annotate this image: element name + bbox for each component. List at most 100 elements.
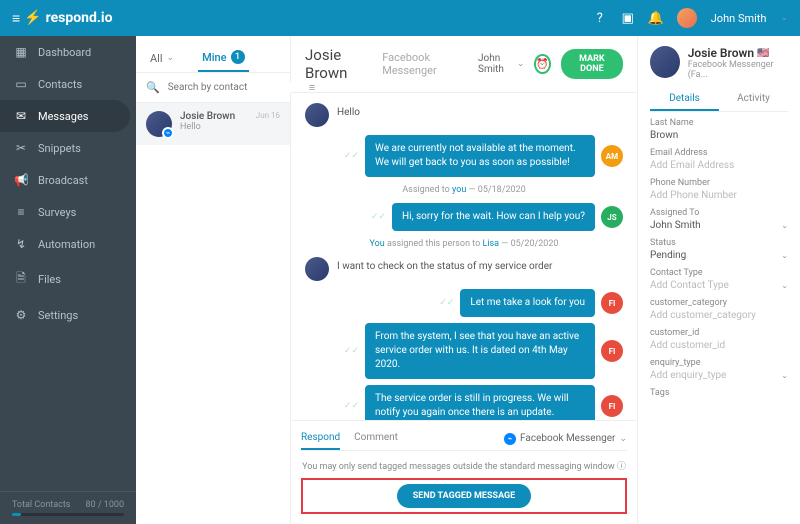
tab-details[interactable]: Details [650, 88, 719, 111]
field-label: enquiry_type [650, 358, 788, 368]
message-preview: Hello [180, 122, 248, 132]
nav-icon: ✂ [14, 141, 28, 155]
field-label: Tags [650, 388, 788, 398]
nav-icon: ≡ [14, 205, 28, 219]
field-label: customer_id [650, 328, 788, 338]
field-value: Brown [650, 130, 788, 141]
chat-title: Josie Brown [305, 46, 372, 82]
tab-all[interactable]: All⌄ [146, 44, 178, 72]
search-icon[interactable]: 🔍 [146, 81, 160, 94]
compose-warning: You may only send tagged messages outsid… [301, 459, 627, 472]
usage-bar [12, 513, 124, 516]
contact-avatar [650, 46, 680, 78]
delivered-icon: ✓✓ [371, 212, 386, 222]
brand-logo[interactable]: ⚡respond.io [12, 10, 113, 27]
nav-label: Settings [38, 309, 78, 322]
nav-label: Surveys [38, 206, 76, 219]
field-contact-type[interactable]: Contact TypeAdd Contact Type⌄ [650, 268, 788, 291]
chevron-down-icon[interactable]: ⌄ [781, 221, 788, 230]
field-customer_id[interactable]: customer_idAdd customer_id [650, 328, 788, 351]
nav-icon: 🗎 [14, 269, 28, 290]
nav-label: Snippets [38, 142, 81, 155]
outgoing-message: The service order is still in progress. … [365, 385, 595, 420]
nav-dashboard[interactable]: ▦Dashboard [0, 36, 136, 68]
tab-activity[interactable]: Activity [719, 88, 788, 111]
user-avatar[interactable] [677, 8, 697, 28]
chevron-down-icon[interactable]: ⌄ [781, 281, 788, 290]
tab-respond[interactable]: Respond [301, 427, 340, 450]
field-status[interactable]: Status Pending⌄ [650, 238, 788, 261]
sidebar-footer: Total Contacts 80 / 1000 [0, 491, 136, 524]
nav-messages[interactable]: ✉ Messages [0, 100, 130, 132]
field-customer_category[interactable]: customer_categoryAdd customer_category [650, 298, 788, 321]
nav-icon: ▦ [14, 45, 28, 59]
agent-avatar: FI [601, 395, 623, 417]
snooze-icon[interactable]: ⏰ [534, 54, 550, 74]
field-label: Email Address [650, 148, 788, 158]
contact-avatar [305, 103, 329, 127]
field-label: Last Name [650, 118, 788, 128]
nav-broadcast[interactable]: 📢 Broadcast [0, 164, 136, 196]
nav-surveys[interactable]: ≡ Surveys [0, 196, 136, 228]
field-tags[interactable]: Tags [650, 388, 788, 400]
field-value: Add Contact Type⌄ [650, 280, 788, 291]
tab-comment[interactable]: Comment [354, 427, 398, 450]
nav-label: Broadcast [38, 174, 88, 187]
nav-contacts[interactable]: ▭Contacts [0, 68, 136, 100]
top-header: ⚡respond.io ? ▣ 🔔 John Smith ⌄ [0, 0, 800, 36]
chat-body: Hello ✓✓ We are currently not available a… [291, 93, 637, 420]
conversation-list: All⌄ Mine1 🔍 ≡ ⌁ Josie Brown Hello Jun 1… [136, 36, 291, 524]
nav-label: Files [38, 273, 61, 286]
flag-icon: 🇺🇸 [757, 48, 769, 59]
outgoing-message: Let me take a look for you [460, 289, 595, 317]
channel-selector[interactable]: ⌁Facebook Messenger⌄ [504, 427, 627, 450]
chat-channel: Facebook Messenger [382, 51, 468, 77]
assignee-selector[interactable]: John Smith⌄ [478, 53, 524, 75]
field-last-name[interactable]: Last Name Brown [650, 118, 788, 141]
sidebar: ▦Dashboard▭Contacts ✉ Messages ✂ Snippets 📢 Br… [0, 36, 136, 524]
news-icon[interactable]: ▣ [621, 11, 635, 25]
chevron-down-icon[interactable]: ⌄ [781, 371, 788, 380]
outgoing-message: We are currently not available at the mo… [365, 135, 595, 177]
chevron-down-icon[interactable]: ⌄ [781, 251, 788, 260]
incoming-message: Hello [337, 103, 360, 118]
field-value: John Smith⌄ [650, 220, 788, 231]
field-assigned-to[interactable]: Assigned ToJohn Smith⌄ [650, 208, 788, 231]
user-name[interactable]: John Smith [711, 12, 767, 25]
field-label: Status [650, 238, 788, 248]
delivered-icon: ✓✓ [344, 401, 359, 411]
field-value: Add Phone Number [650, 190, 788, 201]
contact-channel: Facebook Messenger (Fa... [688, 60, 788, 80]
agent-avatar: JS [601, 206, 623, 228]
conversation-item[interactable]: ⌁ Josie Brown Hello Jun 16 [136, 103, 290, 145]
agent-avatar: AM [601, 145, 623, 167]
chevron-down-icon[interactable]: ⌄ [780, 13, 788, 23]
help-icon[interactable]: ? [593, 11, 607, 25]
field-value: Add enquiry_type⌄ [650, 370, 788, 381]
nav-icon: ✉ [14, 109, 28, 123]
details-panel: Josie Brown🇺🇸 Facebook Messenger (Fa... … [638, 36, 800, 524]
field-value: Pending⌄ [650, 250, 788, 261]
incoming-message: I want to check on the status of my serv… [337, 257, 552, 272]
bell-icon[interactable]: 🔔 [649, 11, 663, 25]
nav-snippets[interactable]: ✂ Snippets [0, 132, 136, 164]
send-tagged-message-button[interactable]: SEND TAGGED MESSAGE [397, 484, 532, 508]
nav-automation[interactable]: ↯Automation [0, 228, 136, 260]
mark-done-button[interactable]: MARK DONE [561, 49, 623, 79]
field-email-address[interactable]: Email AddressAdd Email Address [650, 148, 788, 171]
contact-name: Josie Brown [180, 111, 248, 122]
nav-label: Messages [38, 110, 88, 123]
field-value: Add customer_category [650, 310, 788, 321]
nav-settings[interactable]: ⚙Settings [0, 299, 136, 331]
composer: Respond Comment ⌁Facebook Messenger⌄ You… [291, 420, 637, 524]
nav-icon: 📢 [14, 173, 28, 187]
search-input[interactable] [168, 82, 301, 93]
search-row: 🔍 ≡ [136, 73, 290, 103]
tab-mine[interactable]: Mine1 [198, 44, 248, 72]
nav-files[interactable]: 🗎 Files [0, 260, 136, 299]
field-phone-number[interactable]: Phone NumberAdd Phone Number [650, 178, 788, 201]
delivered-icon: ✓✓ [439, 298, 454, 308]
nav-icon: ↯ [14, 237, 28, 251]
field-enquiry_type[interactable]: enquiry_type Add enquiry_type⌄ [650, 358, 788, 381]
contact-avatar [305, 257, 329, 281]
